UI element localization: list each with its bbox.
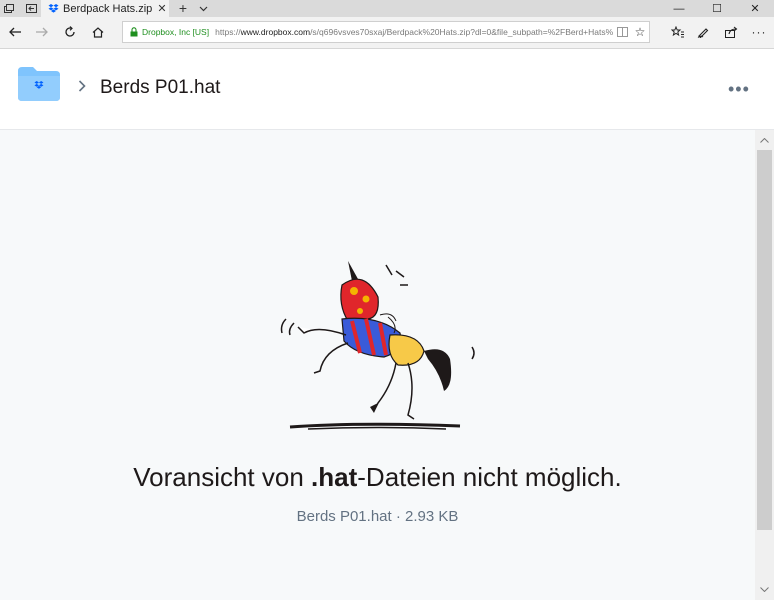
tab-menu-chevron-icon[interactable]: [196, 0, 210, 17]
browser-nav-bar: Dropbox, Inc [US] https://www.dropbox.co…: [0, 17, 774, 49]
new-tab-icon[interactable]: +: [175, 0, 191, 17]
tab-list-icon[interactable]: [0, 0, 18, 17]
browser-tab-strip: Berdpack Hats.zip ✕ + — ☐ ✕: [0, 0, 774, 17]
tab-close-icon[interactable]: ✕: [155, 2, 169, 15]
address-bar[interactable]: Dropbox, Inc [US] https://www.dropbox.co…: [122, 21, 650, 43]
settings-more-icon[interactable]: ···: [750, 23, 768, 41]
refresh-icon[interactable]: [61, 23, 79, 41]
vertical-scrollbar[interactable]: [755, 130, 774, 600]
scroll-down-icon[interactable]: [755, 581, 774, 598]
file-size-meta: Berds P01.hat · 2.93 KB: [296, 508, 459, 525]
window-close-icon[interactable]: ✕: [736, 0, 774, 17]
tab-aside-icon[interactable]: [22, 0, 40, 17]
favorite-star-icon[interactable]: ☆: [631, 25, 649, 39]
window-controls: — ☐ ✕: [660, 0, 774, 17]
back-icon[interactable]: [6, 23, 24, 41]
minimize-icon[interactable]: —: [660, 0, 698, 17]
scroll-up-icon[interactable]: [755, 132, 774, 149]
lock-icon[interactable]: [126, 27, 142, 37]
page-title: Berds P01.hat: [100, 77, 221, 98]
home-icon[interactable]: [89, 23, 107, 41]
scrollbar-thumb[interactable]: [757, 150, 772, 530]
maximize-icon[interactable]: ☐: [698, 0, 736, 17]
tab-title: Berdpack Hats.zip: [63, 2, 153, 15]
forward-icon[interactable]: [33, 23, 51, 41]
breadcrumb-chevron-icon: [78, 79, 86, 95]
folder-icon[interactable]: [18, 67, 60, 106]
share-icon[interactable]: [722, 23, 740, 41]
more-options-icon[interactable]: •••: [728, 79, 750, 100]
dropbox-header: Berds P01.hat •••: [0, 49, 774, 130]
favorites-hub-icon[interactable]: [668, 23, 686, 41]
unicorn-illustration-icon: [268, 255, 488, 440]
dropbox-favicon-icon: [45, 3, 61, 14]
no-preview-message: Voransicht von .hat-Dateien nicht möglic…: [133, 462, 622, 492]
file-preview-area: Voransicht von .hat-Dateien nicht möglic…: [0, 130, 755, 600]
reading-view-icon[interactable]: [613, 27, 631, 37]
browser-tab-active[interactable]: Berdpack Hats.zip ✕: [41, 0, 169, 17]
url-text[interactable]: https://www.dropbox.com/s/q696vsves70sxa…: [215, 27, 613, 37]
notes-pen-icon[interactable]: [694, 23, 712, 41]
site-identity[interactable]: Dropbox, Inc [US]: [142, 27, 209, 37]
